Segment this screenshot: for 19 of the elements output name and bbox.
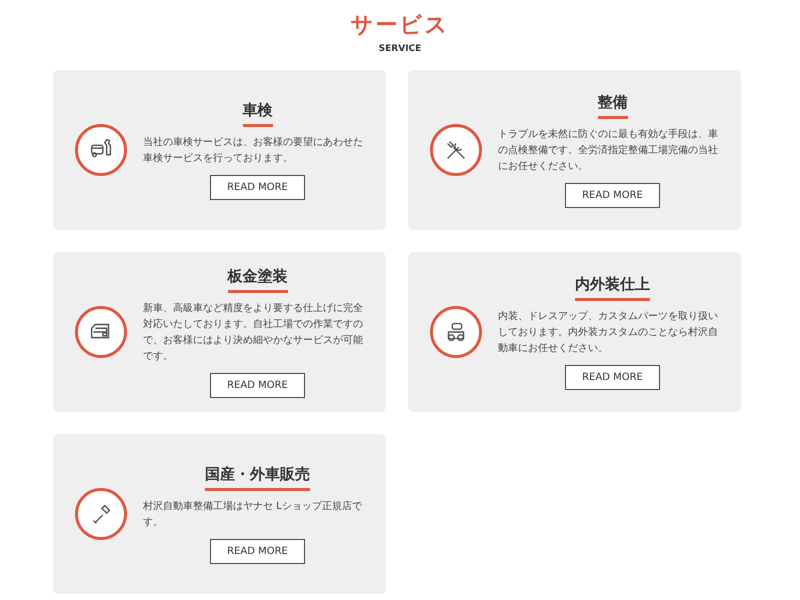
read-more-button[interactable]: READ MORE (210, 372, 305, 398)
card-description: 当社の車検サービスは、お客様の要望にあわせた車検サービスを行っております。 (143, 136, 364, 166)
read-more-button[interactable]: READ MORE (565, 182, 660, 208)
card-title: 車検 (242, 100, 272, 126)
tools-icon (430, 124, 482, 176)
card-description: 新車、高級車など精度をより要する仕上げに完全対応いたしております。自社工場での作業ですので、お客様にはより決め細やかなサービスが可能です。 (143, 302, 364, 364)
section-title: サービス (350, 12, 450, 40)
card-title: 内外装仕上 (575, 274, 650, 300)
section-subtitle: SERVICE (378, 44, 422, 54)
card-title: 板金塗装 (228, 266, 288, 292)
card-description: 内装、ドレスアップ、カスタムパーツを取り扱いしております。内外装カスタムのことなら村沢自動車にお任せください。 (498, 310, 719, 356)
read-more-button[interactable]: READ MORE (210, 174, 305, 200)
card-description: 村沢自動車整備工場はヤナセ Lショップ正規店です。 (143, 500, 363, 530)
card-title: 国産・外車販売 (205, 464, 310, 490)
read-more-button[interactable]: READ MORE (210, 538, 305, 564)
read-more-button[interactable]: READ MORE (565, 364, 660, 390)
card-title: 整備 (598, 92, 628, 118)
key-icon (75, 488, 127, 540)
card-description: トラブルを未然に防ぐのに最も有効な手段は、車の点検整備です。全労済指定整備工場完備の当社にお任せください。 (498, 128, 719, 174)
